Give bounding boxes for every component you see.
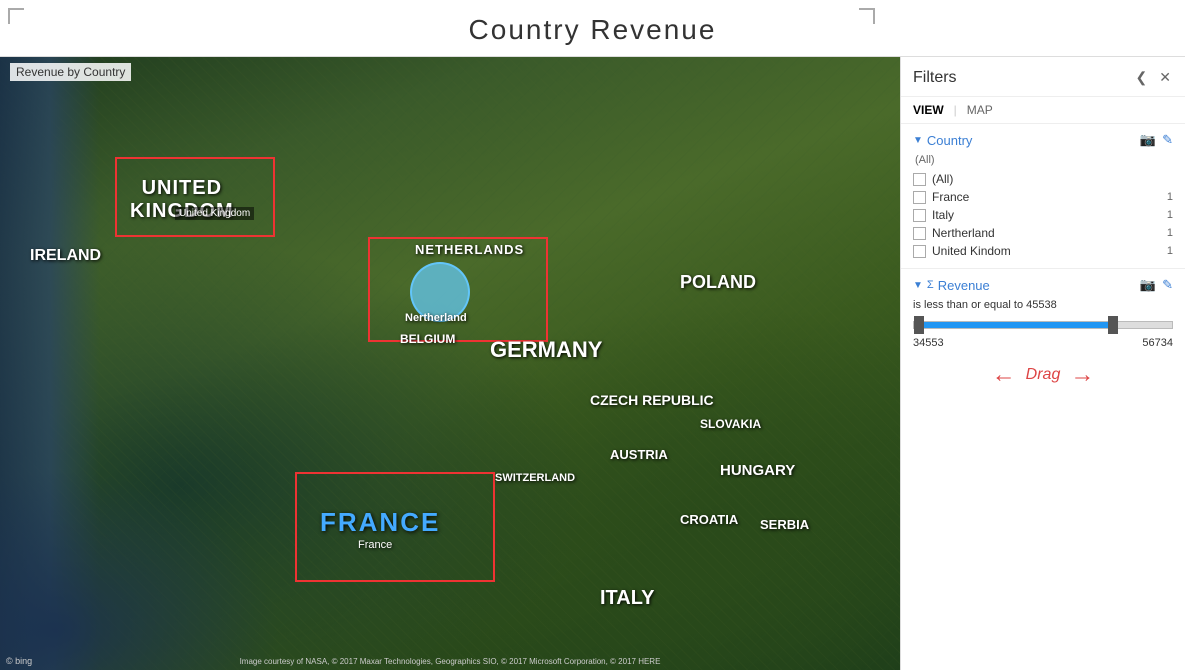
filter-item-label-4: United Kindom: [932, 244, 1011, 258]
revenue-slider-thumb-right[interactable]: [1108, 316, 1118, 334]
serbia-label: SERBIA: [760, 517, 809, 532]
germany-label: GERMANY: [490, 337, 602, 363]
filter-item-label-3: Nertherland: [932, 226, 995, 240]
slovakia-label: SLOVAKIA: [700, 417, 761, 431]
tab-map[interactable]: MAP: [967, 103, 993, 117]
filters-back-button[interactable]: ❮: [1134, 67, 1150, 88]
country-filter-items: (All) France 1 Italy 1 Nertherland 1 Uni…: [913, 170, 1173, 260]
country-expand-icon[interactable]: ▼: [913, 135, 923, 146]
filter-item-left-0: (All): [913, 172, 953, 186]
country-filter-item: United Kindom 1: [913, 242, 1173, 260]
country-filter-title: ▼ Country: [913, 133, 972, 148]
country-filter-item: Nertherland 1: [913, 224, 1173, 242]
filters-header-icons: ❮ ✕: [1134, 67, 1173, 88]
filter-checkbox-4[interactable]: [913, 245, 926, 258]
revenue-slider-container[interactable]: [913, 321, 1173, 329]
filter-count-1: 1: [1167, 191, 1173, 203]
revenue-condition: is less than or equal to 45538: [913, 299, 1173, 311]
country-filter-section: ▼ Country 📷 ✎ (All) (All) France 1: [901, 124, 1185, 269]
country-filter-actions: 📷 ✎: [1140, 132, 1173, 148]
filter-checkbox-3[interactable]: [913, 227, 926, 240]
revenue-filter-section: ▼ Σ Revenue 📷 ✎ is less than or equal to…: [901, 269, 1185, 397]
revenue-filter-title: ▼ Σ Revenue: [913, 278, 990, 293]
revenue-filter-header: ▼ Σ Revenue 📷 ✎: [913, 277, 1173, 293]
map-copyright: Image courtesy of NASA, © 2017 Maxar Tec…: [240, 657, 661, 666]
ireland-label: IRELAND: [30, 247, 101, 265]
filter-item-left-3: Nertherland: [913, 226, 995, 240]
revenue-slider-thumb-left[interactable]: [914, 316, 924, 334]
country-filter-edit-icon[interactable]: ✎: [1162, 132, 1173, 148]
revenue-filter-actions: 📷 ✎: [1140, 277, 1173, 293]
austria-label: AUSTRIA: [610, 447, 668, 462]
italy-label: ITALY: [600, 587, 654, 610]
country-filter-item: France 1: [913, 188, 1173, 206]
revenue-filter-name: Revenue: [938, 278, 990, 293]
revenue-slider-track[interactable]: [913, 321, 1173, 329]
drag-arrow-right: →: [1070, 361, 1094, 389]
tab-view[interactable]: VIEW: [913, 103, 944, 117]
filters-header: Filters ❮ ✕: [901, 57, 1185, 97]
hungary-label: HUNGARY: [720, 462, 795, 479]
corner-mark-tr: [859, 8, 875, 24]
map-panel: Revenue by Country UNITEDKINGDOM United …: [0, 57, 900, 670]
revenue-sigma-icon: Σ: [927, 279, 934, 291]
revenue-slider-values: 34553 56734: [913, 337, 1173, 349]
filter-checkbox-0[interactable]: [913, 173, 926, 186]
country-filter-all-label: (All): [913, 154, 1173, 166]
page-title: Country Revenue: [0, 14, 1185, 46]
country-filter-item: (All): [913, 170, 1173, 188]
revenue-expand-icon[interactable]: ▼: [913, 280, 923, 291]
filter-item-label-1: France: [932, 190, 969, 204]
filter-count-4: 1: [1167, 245, 1173, 257]
map-subtitle: Revenue by Country: [10, 63, 131, 81]
drag-arrow-left: ←: [992, 361, 1016, 389]
filter-item-left-4: United Kindom: [913, 244, 1011, 258]
filters-title: Filters: [913, 69, 957, 87]
page-header: Country Revenue: [0, 0, 1185, 57]
filter-count-3: 1: [1167, 227, 1173, 239]
revenue-min-value: 34553: [913, 337, 944, 349]
switzerland-label: SWITZERLAND: [495, 472, 575, 484]
filter-count-2: 1: [1167, 209, 1173, 221]
drag-hint: ← Drag →: [913, 361, 1173, 389]
drag-label: Drag: [1026, 366, 1061, 384]
filters-close-button[interactable]: ✕: [1157, 67, 1173, 88]
revenue-filter-export-icon[interactable]: 📷: [1140, 277, 1156, 293]
netherlands-city-label: Nertherland: [405, 312, 467, 324]
filters-panel: Filters ❮ ✕ VIEW | MAP ▼ Country 📷 ✎: [900, 57, 1185, 670]
poland-label: POLAND: [680, 272, 756, 293]
filters-tabs: VIEW | MAP: [901, 97, 1185, 124]
revenue-slider-fill: [914, 322, 1108, 328]
tab-divider: |: [954, 103, 957, 117]
france-city-label: France: [358, 539, 392, 551]
country-filter-item: Italy 1: [913, 206, 1173, 224]
water-bottom: [0, 470, 280, 670]
belgium-label: BELGIUM: [400, 332, 455, 346]
france-big-label: FRANCE: [320, 507, 440, 538]
bing-watermark: © bing: [6, 656, 32, 666]
filter-item-label-0: (All): [932, 172, 953, 186]
corner-mark-tl: [8, 8, 24, 24]
revenue-max-value: 56734: [1142, 337, 1173, 349]
filter-checkbox-2[interactable]: [913, 209, 926, 222]
country-filter-name: Country: [927, 133, 973, 148]
filter-item-label-2: Italy: [932, 208, 954, 222]
country-filter-export-icon[interactable]: 📷: [1140, 132, 1156, 148]
country-filter-header: ▼ Country 📷 ✎: [913, 132, 1173, 148]
netherlands-top-label: NETHERLANDS: [415, 242, 524, 257]
revenue-filter-edit-icon[interactable]: ✎: [1162, 277, 1173, 293]
filter-item-left-2: Italy: [913, 208, 954, 222]
filter-item-left-1: France: [913, 190, 969, 204]
croatia-label: CROATIA: [680, 512, 738, 527]
main-area: Revenue by Country UNITEDKINGDOM United …: [0, 57, 1185, 670]
filter-checkbox-1[interactable]: [913, 191, 926, 204]
czech-label: CZECH REPUBLIC: [590, 392, 714, 408]
